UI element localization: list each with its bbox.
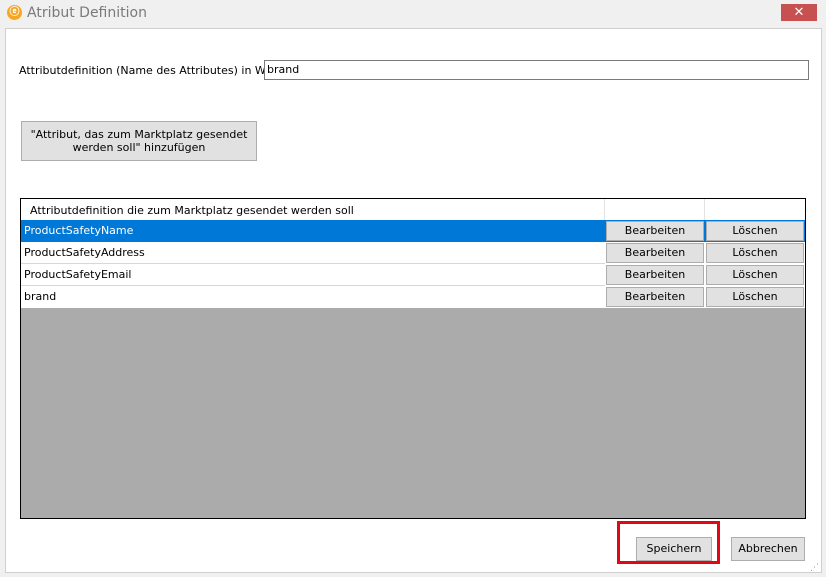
delete-button[interactable]: Löschen	[706, 287, 804, 307]
edit-button[interactable]: Bearbeiten	[606, 243, 704, 263]
delete-button[interactable]: Löschen	[706, 221, 804, 241]
delete-button[interactable]: Löschen	[706, 243, 804, 263]
row-name: ProductSafetyName	[24, 224, 134, 237]
attribute-grid: Attributdefinition die zum Marktplatz ge…	[20, 198, 806, 519]
highlight-box	[617, 521, 720, 564]
table-row[interactable]: ProductSafetyName Bearbeiten Löschen	[21, 220, 805, 242]
table-row[interactable]: ProductSafetyEmail Bearbeiten Löschen	[21, 264, 805, 286]
row-name: ProductSafetyAddress	[24, 246, 145, 259]
grid-header: Attributdefinition die zum Marktplatz ge…	[21, 199, 805, 220]
dialog-window: ⓔ Atribut Definition ✕ Attributdefinitio…	[0, 0, 826, 577]
cancel-button[interactable]: Abbrechen	[731, 537, 805, 561]
delete-button[interactable]: Löschen	[706, 265, 804, 285]
attribute-name-input[interactable]: brand	[264, 60, 809, 80]
app-logo-icon: ⓔ	[7, 5, 22, 20]
close-icon: ✕	[793, 5, 805, 20]
grid-header-label: Attributdefinition die zum Marktplatz ge…	[30, 204, 354, 217]
row-name: brand	[24, 290, 57, 303]
window-title: Atribut Definition	[27, 5, 147, 21]
edit-button[interactable]: Bearbeiten	[606, 265, 704, 285]
title-bar: ⓔ Atribut Definition ✕	[0, 0, 826, 26]
edit-button[interactable]: Bearbeiten	[606, 221, 704, 241]
table-row[interactable]: brand Bearbeiten Löschen	[21, 286, 805, 308]
attribute-name-label: Attributdefinition (Name des Attributes)…	[19, 64, 284, 77]
resize-grip-icon[interactable]: ⋰	[810, 563, 820, 573]
row-name: ProductSafetyEmail	[24, 268, 132, 281]
table-row[interactable]: ProductSafetyAddress Bearbeiten Löschen	[21, 242, 805, 264]
close-button[interactable]: ✕	[781, 4, 817, 21]
add-attribute-button[interactable]: "Attribut, das zum Marktplatz gesendet w…	[21, 121, 257, 161]
edit-button[interactable]: Bearbeiten	[606, 287, 704, 307]
